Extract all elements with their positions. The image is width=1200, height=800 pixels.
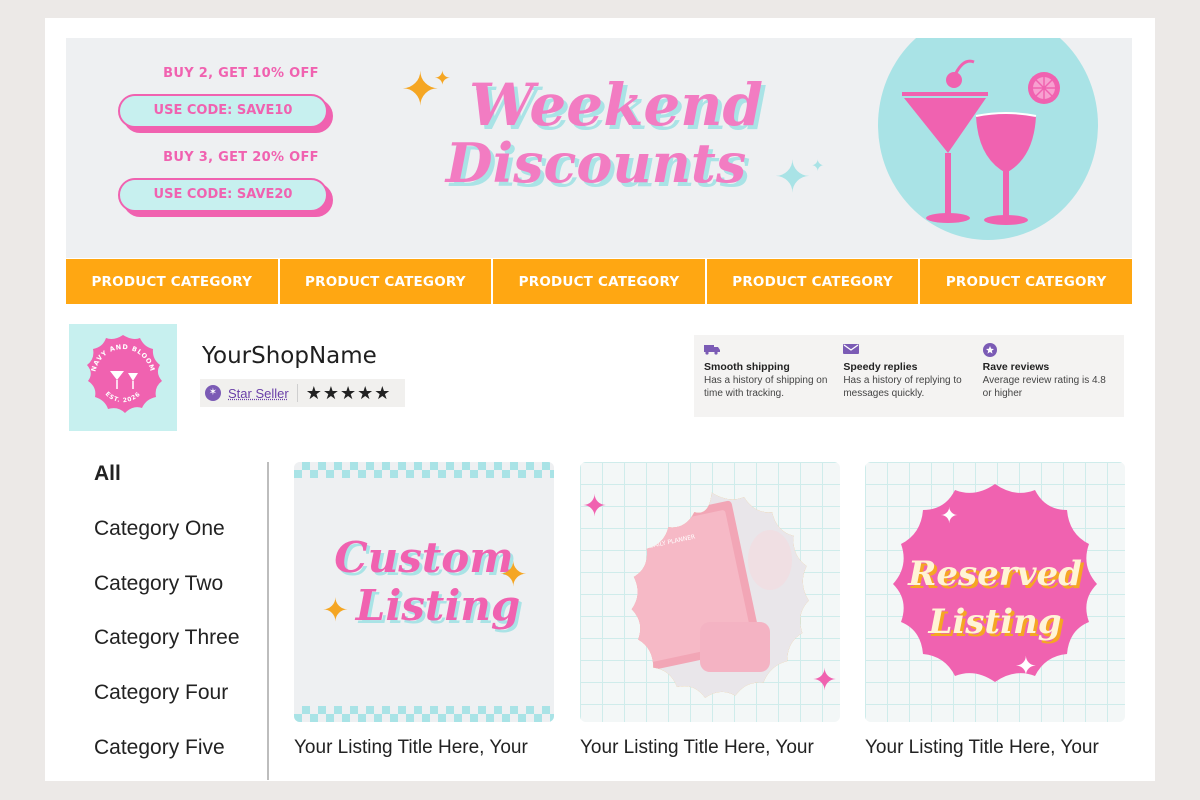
rating-stars[interactable]: ★★★★★: [306, 383, 392, 404]
listing-image[interactable]: Reserved Listing ✦ ✦: [865, 462, 1125, 722]
sparkle-icon: ✦: [322, 591, 349, 629]
checker-border: [294, 706, 554, 722]
sidebar-item-category-two[interactable]: Category Two: [94, 572, 264, 627]
listing-title[interactable]: Your Listing Title Here, Your: [294, 737, 554, 759]
star-seller-icon: ✶: [205, 385, 221, 401]
listing-card[interactable]: Custom Listing ✦ ✦ Your Listing Title He…: [294, 462, 554, 759]
listing-title[interactable]: Your Listing Title Here, Your: [580, 737, 840, 759]
sidebar-item-category-four[interactable]: Category Four: [94, 681, 264, 736]
message-icon: [843, 343, 974, 359]
sparkle-icon: ✦: [811, 156, 825, 175]
listing-image[interactable]: Custom Listing ✦ ✦: [294, 462, 554, 722]
listing-image-line-2: Listing: [928, 602, 1062, 642]
listing-card[interactable]: Reserved Listing ✦ ✦ Your Listing Title …: [865, 462, 1125, 759]
coupon-code-2: USE CODE: SAVE20: [118, 178, 328, 212]
headline-line-1: Weekend: [468, 71, 764, 139]
sparkle-icon: ✦: [774, 152, 811, 203]
banner-headline: Weekend Discounts: [436, 76, 796, 192]
feature-replies: Speedy replies Has a history of replying…: [839, 343, 978, 409]
category-tab-1[interactable]: PRODUCT CATEGORY: [66, 259, 280, 304]
listing-image-line-1: Reserved: [908, 554, 1082, 594]
sidebar-item-category-one[interactable]: Category One: [94, 517, 264, 572]
feature-title: Rave reviews: [982, 361, 1050, 373]
category-tab-4[interactable]: PRODUCT CATEGORY: [707, 259, 921, 304]
feature-title: Smooth shipping: [704, 361, 790, 373]
seller-badges: ✶ Star Seller ★★★★★: [200, 379, 405, 407]
feature-desc: Average review rating is 4.8 or higher: [982, 375, 1106, 399]
sparkle-icon: ✦: [1015, 652, 1037, 682]
listing-card[interactable]: DAILY PLANNER ✦ ✦ Your Listing Title Her…: [580, 462, 840, 759]
sidebar-item-category-three[interactable]: Category Three: [94, 626, 264, 681]
checker-border: [294, 462, 554, 478]
shop-logo-badge: NAVY AND BLOOM EST. 2026: [87, 334, 162, 413]
category-tab-5[interactable]: PRODUCT CATEGORY: [920, 259, 1132, 304]
listing-title[interactable]: Your Listing Title Here, Your: [865, 737, 1125, 759]
feature-desc: Has a history of shipping on time with t…: [704, 375, 828, 399]
truck-icon: [704, 343, 835, 359]
shop-logo[interactable]: NAVY AND BLOOM EST. 2026: [69, 324, 177, 431]
star-badge-icon: [982, 343, 1114, 359]
category-tab-2[interactable]: PRODUCT CATEGORY: [280, 259, 494, 304]
planner-photo: DAILY PLANNER: [631, 492, 809, 698]
promo-text-2: BUY 3, GET 20% OFF: [163, 150, 319, 165]
sparkle-icon: ✦: [582, 489, 608, 524]
star-seller-link[interactable]: Star Seller: [228, 386, 289, 401]
promo-text-1: BUY 2, GET 10% OFF: [163, 66, 319, 81]
feature-desc: Has a history of replying to messages qu…: [843, 375, 962, 399]
listing-image-text: Reserved Listing: [865, 550, 1125, 646]
sparkle-icon: ✦: [812, 663, 838, 698]
listing-image[interactable]: DAILY PLANNER ✦ ✦: [580, 462, 840, 722]
promo-banner[interactable]: BUY 2, GET 10% OFF USE CODE: SAVE10 BUY …: [66, 38, 1132, 258]
sidebar-divider: [267, 462, 269, 780]
coupon-code-1: USE CODE: SAVE10: [118, 94, 328, 128]
feature-title: Speedy replies: [843, 361, 918, 373]
headline-line-2: Discounts: [445, 131, 747, 195]
sidebar-item-category-five[interactable]: Category Five: [94, 736, 264, 791]
sidebar-item-all[interactable]: All: [94, 462, 264, 517]
sparkle-icon: ✦: [940, 504, 959, 529]
feature-shipping: Smooth shipping Has a history of shippin…: [700, 343, 839, 409]
section-sidebar: All Category One Category Two Category T…: [94, 462, 264, 791]
shop-name: YourShopName: [202, 343, 377, 369]
shop-highlights: Smooth shipping Has a history of shippin…: [694, 335, 1124, 417]
cocktail-glasses-icon: [902, 59, 1060, 225]
category-nav-bar: PRODUCT CATEGORY PRODUCT CATEGORY PRODUC…: [66, 259, 1132, 304]
divider: [296, 384, 298, 402]
sparkle-icon: ✦: [499, 555, 528, 595]
category-tab-3[interactable]: PRODUCT CATEGORY: [493, 259, 707, 304]
feature-reviews: Rave reviews Average review rating is 4.…: [979, 343, 1118, 409]
